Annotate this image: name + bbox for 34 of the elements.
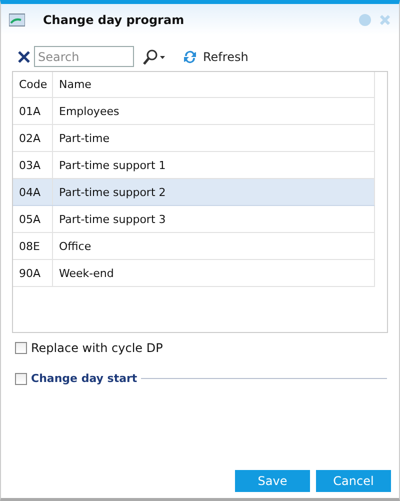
table-cell: 05A [13, 206, 53, 232]
search-icon[interactable] [142, 48, 166, 64]
refresh-icon [182, 48, 198, 64]
refresh-button[interactable]: Refresh [182, 48, 248, 64]
checkbox[interactable] [15, 342, 27, 354]
checkbox[interactable] [15, 372, 27, 384]
window-title: Change day program [43, 12, 184, 26]
checkbox-label: Replace with cycle DP [31, 341, 163, 355]
table-cell-text: Part-time [58, 130, 111, 146]
table-row[interactable]: 90A Week-end [13, 260, 375, 287]
table-cell-text: Employees [58, 104, 120, 120]
table-row[interactable]: 08E Office [13, 233, 375, 260]
window-icon [9, 12, 25, 26]
section-label: Change day start [31, 372, 138, 385]
table-cell: 08E [13, 233, 53, 259]
column-header[interactable]: Code [13, 72, 53, 97]
table-row[interactable]: 03A Part-time support 1 [13, 152, 375, 179]
table-cell-text: Part-time support 1 [58, 158, 167, 174]
table-cell-text: Part-time support 3 [58, 212, 167, 228]
table-cell: 02A [13, 125, 53, 151]
clear-icon[interactable] [18, 50, 30, 62]
table-cell: 90A [13, 260, 53, 286]
search-field[interactable]: Search [34, 46, 134, 67]
table-row[interactable]: 05A Part-time support 3 [13, 206, 375, 233]
table-cell-text: Office [58, 238, 92, 254]
table-cell: 01A [13, 98, 53, 124]
table-cell-text: Part-time support 2 [58, 184, 167, 200]
table-row[interactable]: 04A Part-time support 2 [13, 179, 375, 206]
table-cell: 03A [13, 152, 53, 178]
column-header[interactable]: Name [53, 72, 374, 97]
table-cell-text: Week-end [58, 266, 115, 282]
table-row[interactable]: 02A Part-time [13, 125, 375, 152]
table-row[interactable]: 01A Employees [13, 98, 375, 125]
table-cell: 04A [13, 179, 53, 205]
